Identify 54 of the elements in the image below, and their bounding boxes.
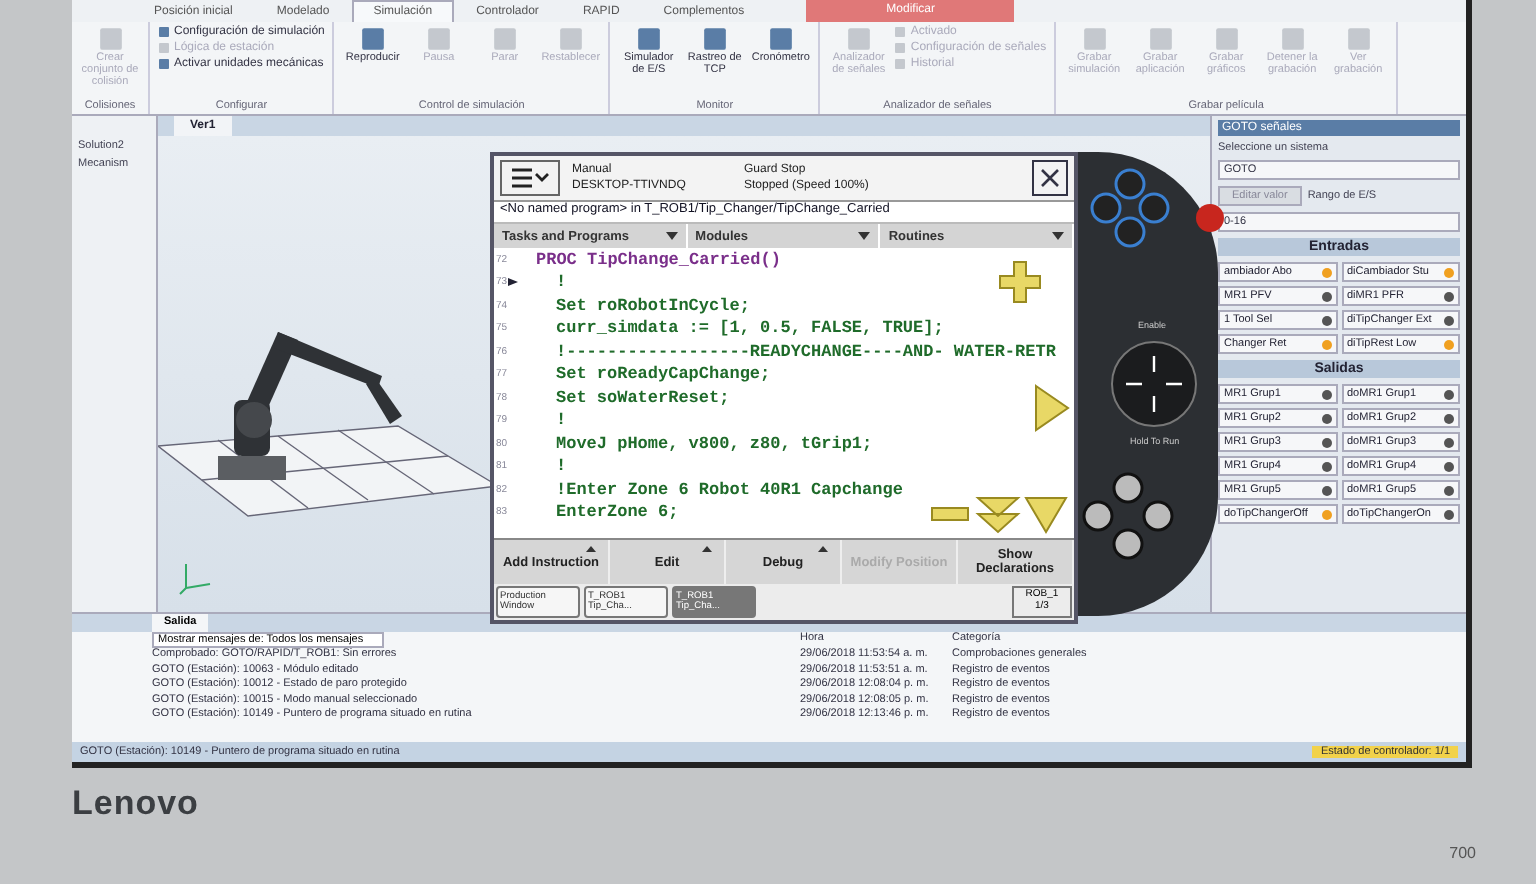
- square-icon: [97, 26, 123, 52]
- scroll-arrows-icon[interactable]: [930, 494, 1070, 534]
- square-icon: [158, 26, 170, 38]
- caret-icon: [818, 546, 828, 552]
- code-line: !: [554, 410, 567, 431]
- media-buttons-icon[interactable]: [1082, 472, 1174, 560]
- emergency-stop-icon[interactable]: [1194, 200, 1226, 236]
- square-icon: [894, 42, 907, 54]
- menu-button[interactable]: [500, 160, 560, 196]
- square-icon: [1345, 26, 1372, 52]
- caret-icon: [1052, 232, 1065, 240]
- model-number: 700: [1449, 844, 1476, 862]
- caret-icon: [858, 232, 871, 240]
- square-icon: [1279, 26, 1306, 52]
- square-icon: [1081, 26, 1108, 52]
- square-icon: [1213, 26, 1240, 52]
- code-line: !: [554, 272, 567, 293]
- code-line: Set soWaterReset;: [554, 387, 730, 408]
- square-icon: [894, 26, 907, 38]
- square-icon: [894, 58, 907, 70]
- code-line: PROC TipChange_Carried(): [534, 249, 781, 270]
- close-button[interactable]: [1032, 160, 1068, 196]
- square-icon: [158, 42, 170, 54]
- caret-icon: [702, 546, 712, 552]
- square-icon: [767, 26, 794, 52]
- code-line: !Enter Zone 6 Robot 40R1 Capchange: [554, 479, 903, 500]
- square-icon: [557, 26, 584, 52]
- joystick-icon[interactable]: [1110, 340, 1198, 428]
- square-icon: [158, 58, 170, 70]
- close-icon: [1040, 168, 1060, 188]
- axes-icon: [178, 560, 214, 596]
- caret-icon: [665, 232, 678, 240]
- code-line: !------------------READYCHANGE----AND- WATER-RETR: [554, 341, 1056, 362]
- brand-logo: Lenovo: [72, 784, 199, 824]
- menu-icon: [510, 168, 550, 188]
- square-icon: [845, 26, 872, 52]
- plus-icon[interactable]: [998, 260, 1042, 304]
- code-line: !: [554, 456, 567, 477]
- square-icon: [491, 26, 518, 52]
- code-line: Set roRobotInCycle;: [554, 295, 750, 316]
- square-icon: [635, 26, 662, 52]
- square-icon: [701, 26, 728, 52]
- play-triangle-icon[interactable]: [1034, 384, 1070, 432]
- pointer-icon: [507, 278, 518, 287]
- code-line: curr_simdata := [1, 0.5, FALSE, TRUE];: [554, 318, 944, 339]
- code-line: EnterZone 6;: [554, 502, 679, 523]
- square-icon: [1147, 26, 1174, 52]
- square-icon: [425, 26, 452, 52]
- code-line: MoveJ pHome, v800, z80, tGrip1;: [554, 433, 873, 454]
- code-editor[interactable]: [494, 248, 1074, 538]
- square-icon: [359, 26, 386, 52]
- caret-icon: [586, 546, 596, 552]
- key-buttons-icon[interactable]: [1090, 168, 1170, 248]
- code-line: Set roReadyCapChange;: [554, 364, 771, 385]
